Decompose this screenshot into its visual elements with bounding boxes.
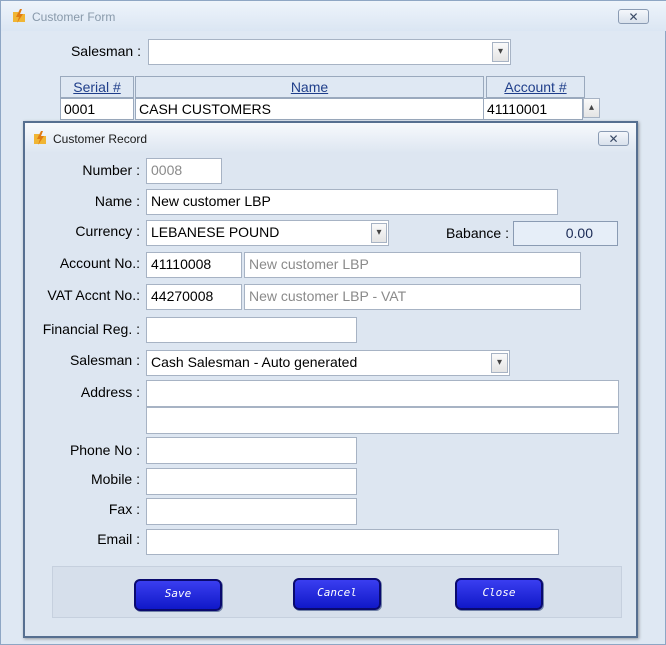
salesman-label: Salesman : <box>69 352 140 368</box>
balance-label: Babance : <box>445 225 509 241</box>
mobile-label: Mobile : <box>90 471 140 487</box>
currency-select[interactable]: LEBANESE POUND <box>146 220 389 246</box>
salesman-select[interactable] <box>148 39 511 65</box>
vat-account-description: New customer LBP - VAT <box>244 284 581 310</box>
salesman-label: Salesman : <box>70 43 141 59</box>
dialog-titlebar: Customer Record ✕ <box>25 123 636 153</box>
window-title: Customer Form <box>32 10 116 24</box>
table-cell-serial[interactable]: 0001 <box>60 98 134 120</box>
chevron-down-icon[interactable]: ▾ <box>491 353 508 373</box>
save-button[interactable]: Save <box>134 579 222 611</box>
app-icon <box>13 9 25 23</box>
table-cell-account[interactable]: 41110001 <box>483 98 583 120</box>
column-header-name[interactable]: Name <box>135 76 484 98</box>
mobile-field[interactable] <box>146 468 357 495</box>
column-header-serial[interactable]: Serial # <box>60 76 134 98</box>
customer-record-dialog: Customer Record ✕ Number : 0008 Name : N… <box>23 121 638 638</box>
number-field[interactable]: 0008 <box>146 158 222 184</box>
cancel-button[interactable]: Cancel <box>293 578 381 610</box>
dialog-close-button[interactable]: ✕ <box>598 131 629 146</box>
chevron-down-icon[interactable]: ▾ <box>492 42 509 62</box>
currency-label: Currency : <box>75 223 140 239</box>
fax-field[interactable] <box>146 498 357 525</box>
name-field[interactable]: New customer LBP <box>146 189 558 215</box>
chevron-down-icon[interactable]: ▾ <box>371 223 387 243</box>
account-no-label: Account No.: <box>59 255 140 271</box>
scroll-up-icon[interactable]: ▴ <box>583 98 600 118</box>
column-header-account[interactable]: Account # <box>486 76 585 98</box>
dialog-title: Customer Record <box>53 132 148 146</box>
close-button[interactable]: ✕ <box>618 9 649 24</box>
account-no-field[interactable]: 41110008 <box>146 252 242 278</box>
address-line1-field[interactable] <box>146 380 619 407</box>
phone-label: Phone No : <box>69 442 140 458</box>
name-label: Name : <box>94 193 140 209</box>
table-cell-name[interactable]: CASH CUSTOMERS <box>135 98 484 120</box>
close-button[interactable]: Close <box>455 578 543 610</box>
email-field[interactable] <box>146 529 559 555</box>
close-icon: ✕ <box>628 10 639 24</box>
phone-field[interactable] <box>146 437 357 464</box>
number-label: Number : <box>82 162 140 178</box>
financial-reg-label: Financial Reg. : <box>42 321 140 337</box>
email-label: Email : <box>97 531 140 547</box>
address-label: Address : <box>80 384 140 400</box>
close-icon: ✕ <box>608 132 619 146</box>
account-description: New customer LBP <box>244 252 581 278</box>
fax-label: Fax : <box>108 501 140 517</box>
address-line2-field[interactable] <box>146 407 619 434</box>
customer-form-titlebar: Customer Form ✕ <box>1 1 666 31</box>
financial-reg-field[interactable] <box>146 317 357 343</box>
vat-account-label: VAT Accnt No.: <box>47 287 140 303</box>
balance-field: 0.00 <box>513 221 618 246</box>
app-icon <box>34 131 46 145</box>
salesman-select[interactable]: Cash Salesman - Auto generated <box>146 350 510 376</box>
vat-account-field[interactable]: 44270008 <box>146 284 242 310</box>
